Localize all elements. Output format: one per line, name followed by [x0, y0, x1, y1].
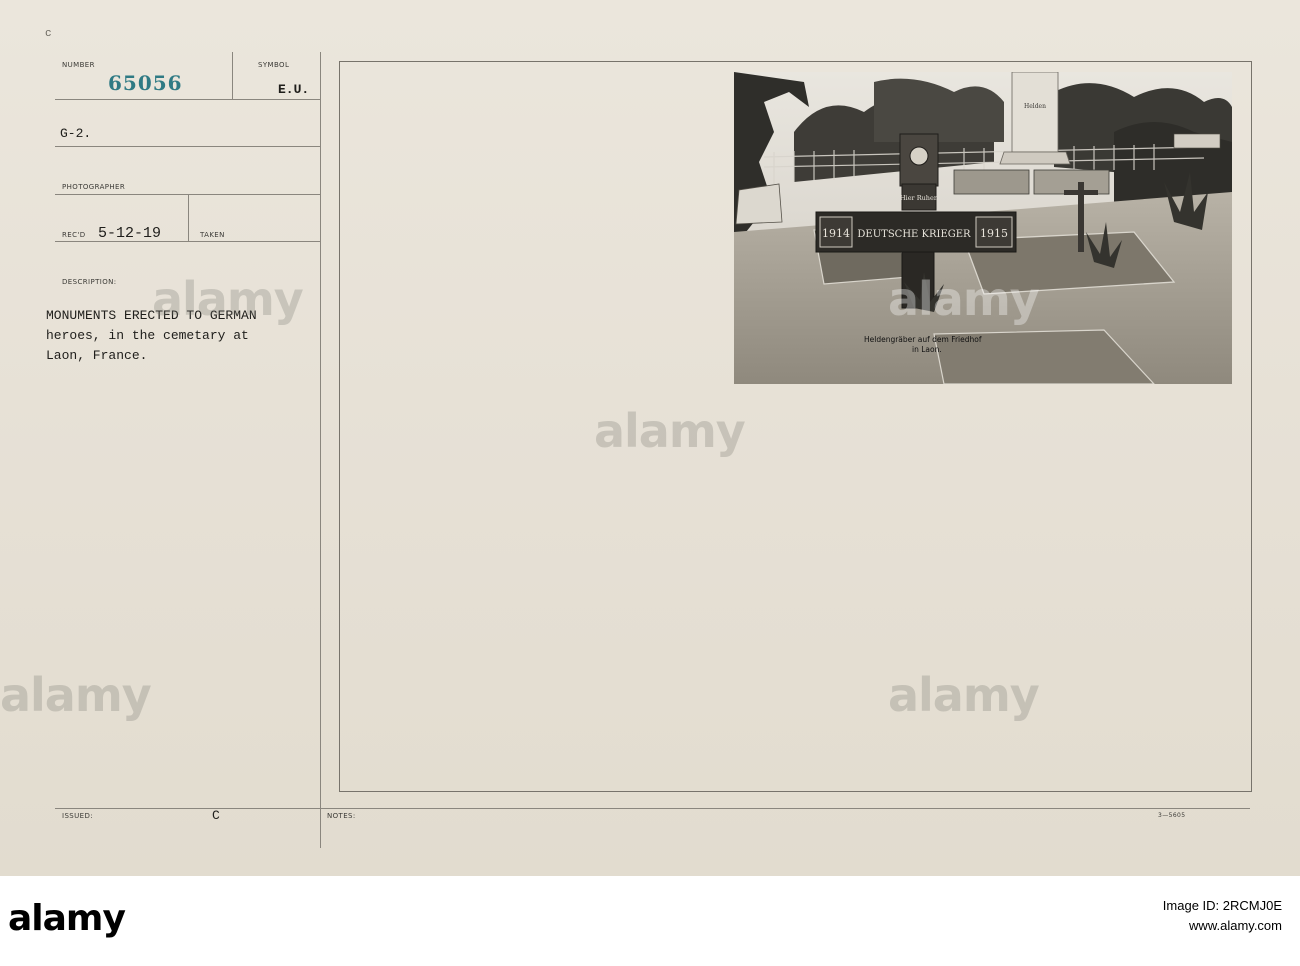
watermark: alamy — [152, 272, 304, 326]
rule-above-issued — [55, 808, 1250, 809]
left-column-divider — [320, 52, 321, 848]
watermark: alamy — [594, 404, 746, 458]
recd-value: 5-12-19 — [98, 225, 162, 242]
footer-logo[interactable]: alamy — [8, 898, 126, 939]
cross-left-year: 1914 — [822, 227, 850, 240]
cross-right-year: 1915 — [980, 227, 1008, 240]
rule-under-recd — [55, 241, 320, 242]
cross-top-text: Hier Ruhen — [900, 194, 938, 202]
footer-image-id: Image ID: 2RCMJ0E www.alamy.com — [1163, 896, 1282, 936]
number-value: 65056 — [108, 71, 183, 95]
form-number: 3—5605 — [1158, 812, 1186, 819]
notes-label: NOTES: — [327, 812, 356, 820]
watermark: alamy — [888, 668, 1040, 722]
photo-caption-line1: Heldengräber auf dem Friedhof — [864, 335, 982, 344]
corner-mark: c — [45, 28, 52, 40]
cross-center-text: DEUTSCHE KRIEGER — [857, 229, 971, 240]
photographer-label: PHOTOGRAPHER — [62, 183, 126, 191]
issued-label: ISSUED: — [62, 812, 94, 820]
recd-label: REC'D — [62, 231, 86, 239]
rule-under-photographer — [55, 194, 320, 195]
image-id-text: Image ID: 2RCMJ0E — [1162, 898, 1282, 913]
number-symbol-divider — [232, 52, 233, 100]
archive-card: c NUMBER 65056 SYMBOL E.U. G-2. PHOTOGRA… — [0, 0, 1300, 876]
taken-label: TAKEN — [200, 231, 225, 239]
source-value: G-2. — [60, 126, 92, 141]
issued-notes-divider — [320, 808, 321, 848]
issued-value: C — [212, 808, 220, 823]
watermark: alamy — [0, 668, 152, 722]
stock-footer — [0, 876, 1300, 966]
obelisk-text: Helden — [1024, 103, 1046, 110]
symbol-label: SYMBOL — [258, 61, 290, 69]
description-label: DESCRIPTION: — [62, 278, 117, 286]
rule-under-source — [55, 146, 320, 147]
description-line: Laon, France. — [46, 348, 148, 363]
site-url[interactable]: www.alamy.com — [1163, 916, 1282, 936]
photo-caption-line2: in Laon. — [912, 345, 942, 354]
cemetery-photo-svg: Helden Hier Ruhen 1914 DEUTSCHE KRIEGER … — [734, 72, 1232, 384]
description-line: heroes, in the cemetary at — [46, 328, 249, 343]
cemetery-photo: Helden Hier Ruhen 1914 DEUTSCHE KRIEGER … — [734, 72, 1232, 384]
recd-taken-divider — [188, 194, 189, 242]
symbol-value: E.U. — [278, 82, 310, 97]
number-label: NUMBER — [62, 61, 95, 69]
watermark-on-photo: alamy — [888, 272, 1040, 326]
